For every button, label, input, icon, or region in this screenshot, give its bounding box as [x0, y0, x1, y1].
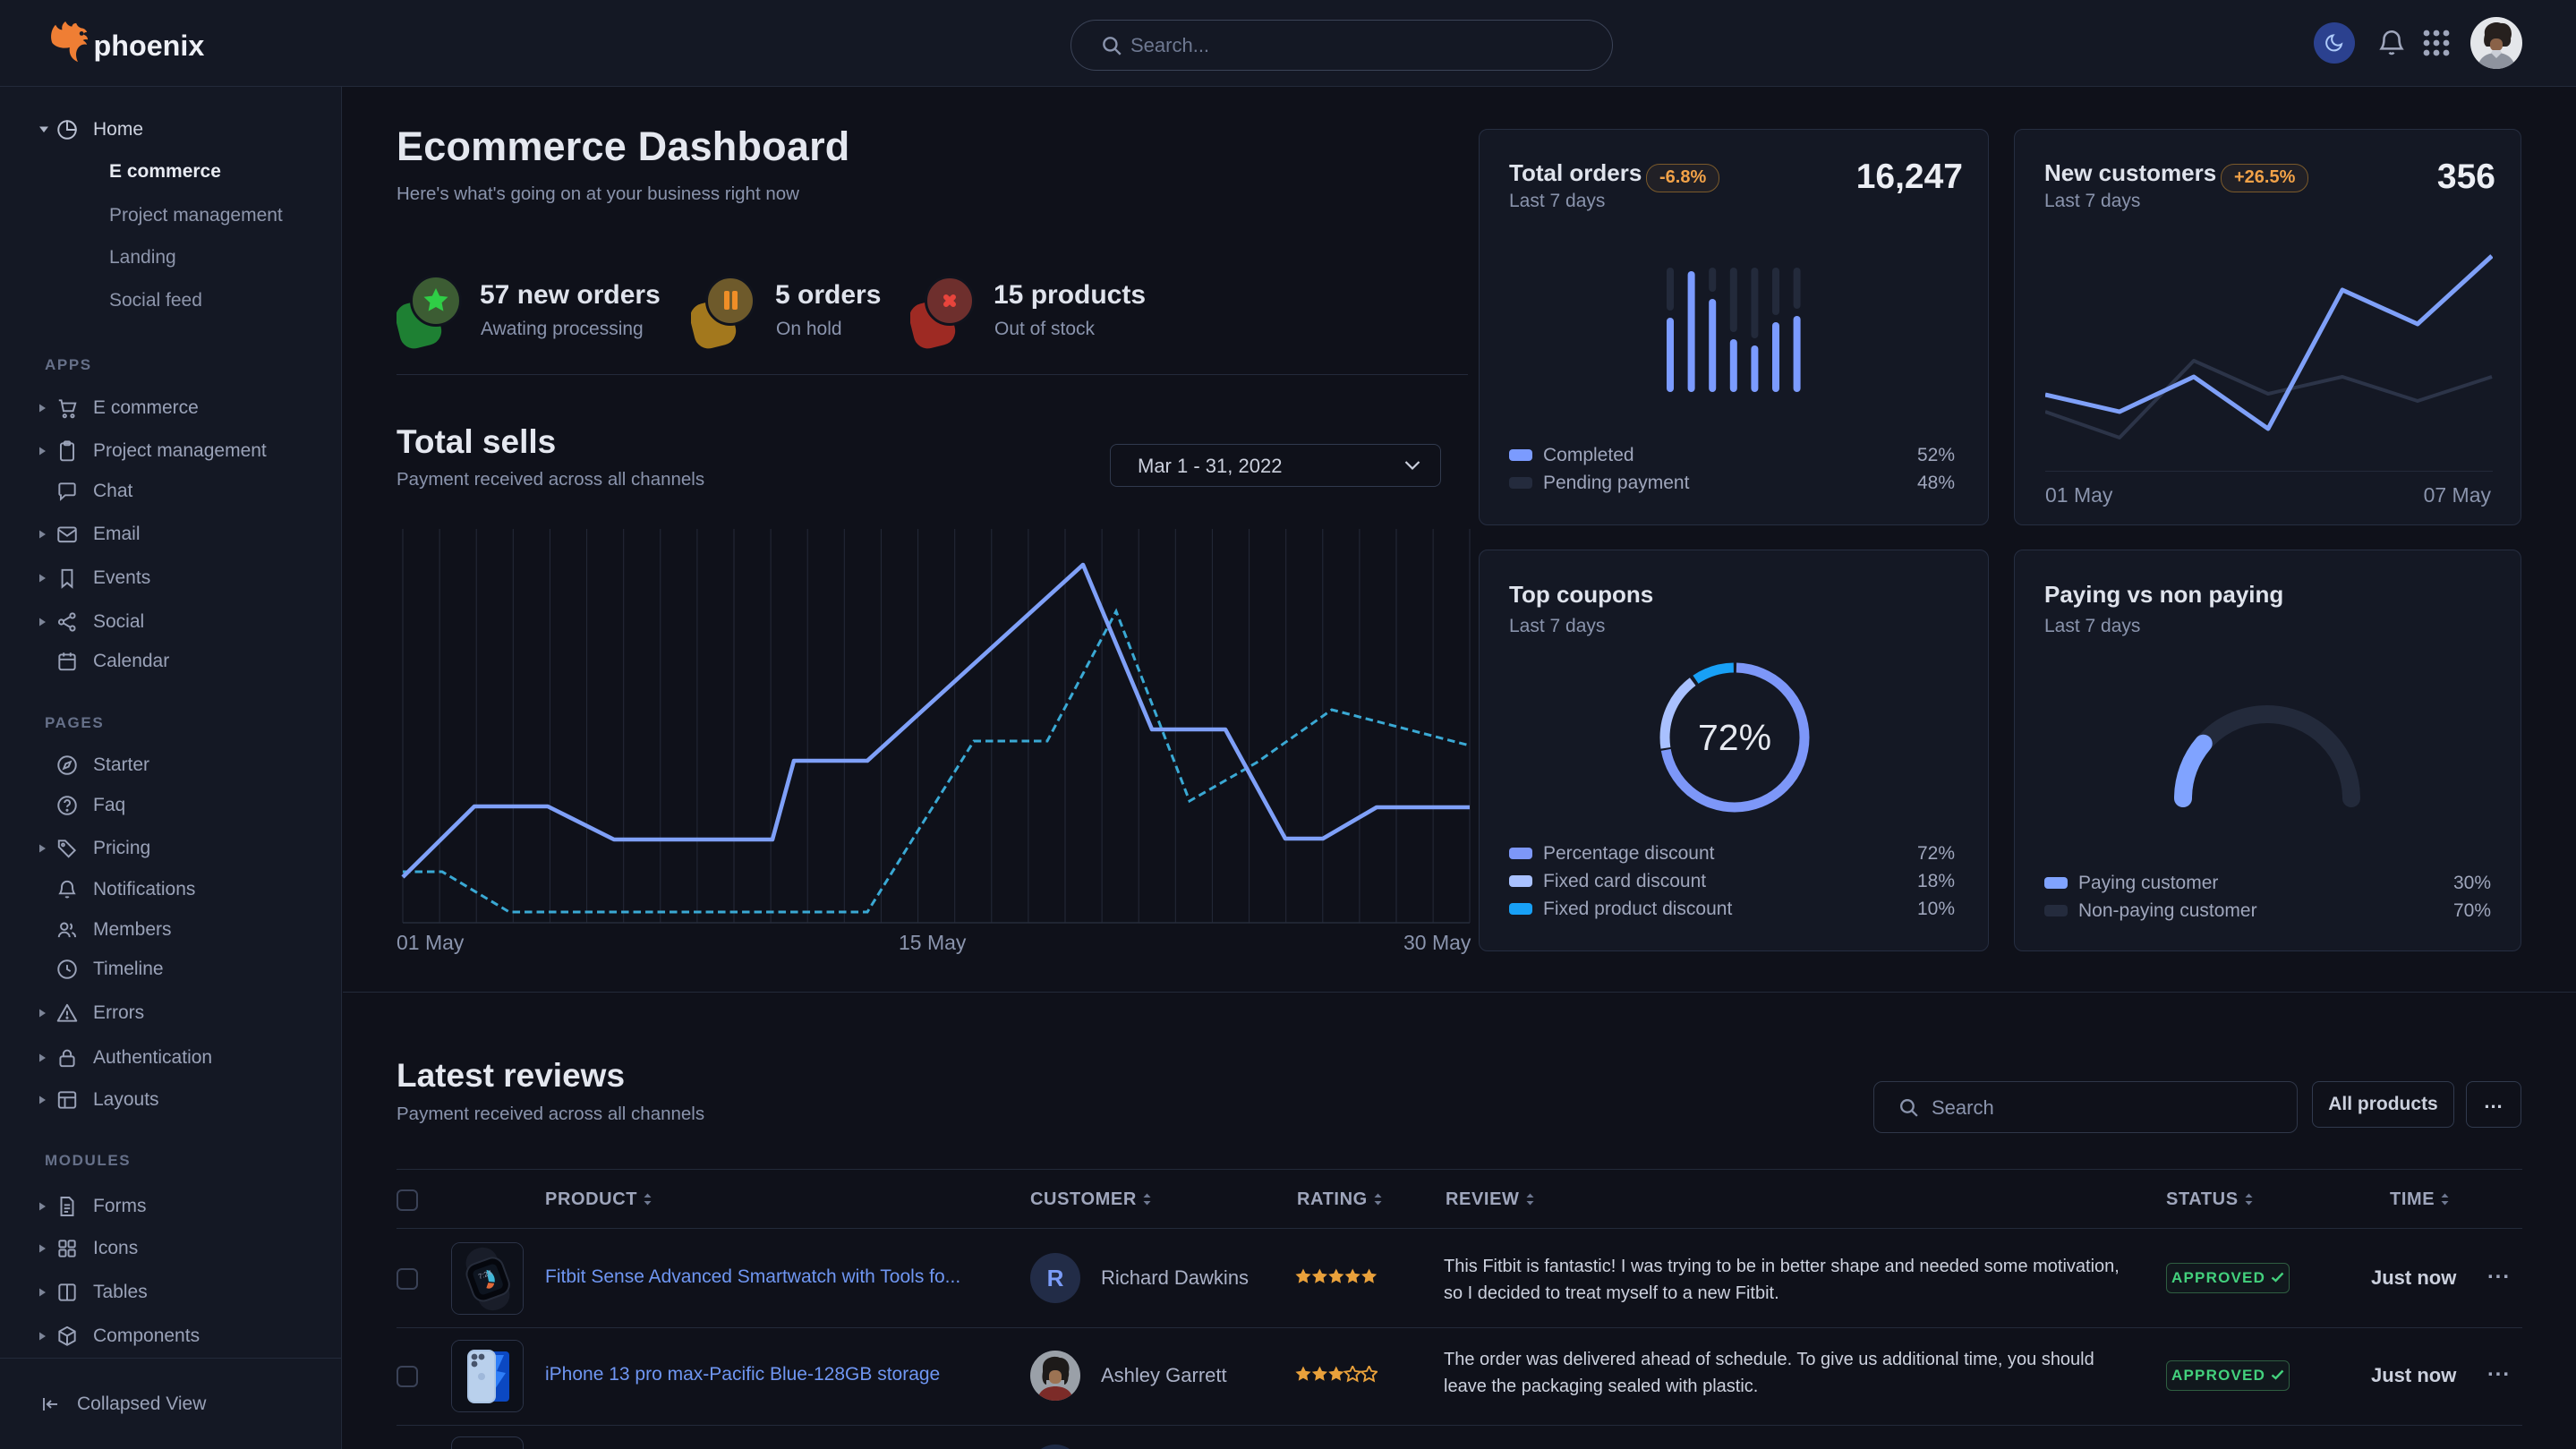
svg-text:72%: 72%: [1698, 717, 1771, 758]
